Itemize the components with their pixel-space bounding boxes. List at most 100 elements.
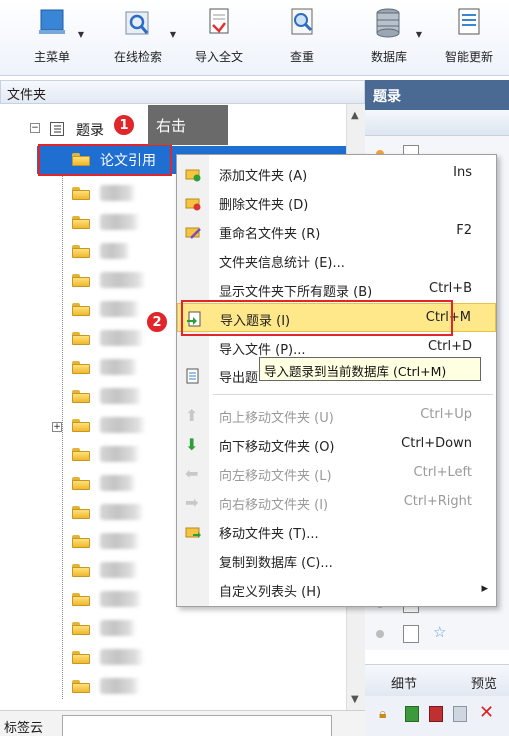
- save-icon[interactable]: [453, 706, 467, 722]
- menu-item-move-right[interactable]: ➡ 向右移动文件夹 (I) Ctrl+Right: [177, 488, 496, 517]
- arrow-down-icon: ⬇: [185, 435, 199, 454]
- obscured-folder-name[interactable]: [100, 562, 138, 578]
- obscured-folder-name[interactable]: [100, 272, 146, 288]
- menu-item-label: 向右移动文件夹 (I): [219, 498, 329, 513]
- arrow-right-icon: ➡: [185, 493, 199, 512]
- obscured-folder-name[interactable]: [100, 301, 140, 317]
- references-panel-title: 题录: [373, 89, 401, 105]
- attachment-icon[interactable]: [405, 706, 419, 722]
- obscured-folder-name[interactable]: [100, 649, 144, 665]
- move-folder-icon: [185, 524, 201, 540]
- obscured-folder-name[interactable]: [100, 388, 142, 404]
- scroll-up-icon[interactable]: ▲: [351, 110, 359, 121]
- delete-icon[interactable]: ✕: [479, 702, 494, 723]
- menu-item-label: 添加文件夹 (A): [219, 169, 308, 184]
- menu-item-move-down[interactable]: ⬇ 向下移动文件夹 (O) Ctrl+Down: [177, 430, 496, 459]
- import-fulltext-button[interactable]: 导入全文: [184, 6, 254, 70]
- book-icon[interactable]: [429, 706, 443, 722]
- collapse-icon[interactable]: −: [30, 123, 40, 133]
- menu-item-move-folder[interactable]: 移动文件夹 (T)...: [177, 517, 496, 546]
- obscured-folder-name[interactable]: [100, 620, 136, 636]
- annotation-callout-text: 右击: [156, 117, 187, 135]
- menu-item-copy-to-database[interactable]: 复制到数据库 (C)...: [177, 546, 496, 575]
- folder-icon: [72, 506, 90, 519]
- import-tooltip: 导入题录到当前数据库 (Ctrl+M): [259, 357, 481, 381]
- menu-item-delete-folder[interactable]: 删除文件夹 (D): [177, 188, 496, 217]
- arrow-up-icon: ⬆: [185, 406, 199, 425]
- folder-icon: [72, 216, 90, 229]
- obscured-folder-name[interactable]: [100, 214, 140, 230]
- tag-cloud-field[interactable]: [62, 715, 332, 736]
- scroll-down-icon[interactable]: ▼: [351, 694, 359, 705]
- database-label: 数据库: [370, 50, 407, 64]
- obscured-folder-name[interactable]: [100, 359, 138, 375]
- duplicate-check-button[interactable]: 查重: [270, 6, 334, 70]
- tab-details[interactable]: 细节: [391, 673, 417, 692]
- arrow-left-icon: ⬅: [185, 464, 199, 483]
- tree-node-parent[interactable]: − 题录: [26, 116, 166, 144]
- folder-icon: [72, 332, 90, 345]
- obscured-folder-name[interactable]: [100, 243, 130, 259]
- obscured-folder-name[interactable]: [100, 330, 144, 346]
- duplicate-check-label: 查重: [289, 50, 314, 64]
- obscured-folder-name[interactable]: [100, 591, 142, 607]
- duplicate-check-icon: [270, 6, 334, 44]
- menu-item-label: 向上移动文件夹 (U): [219, 411, 334, 426]
- folder-icon: [72, 245, 90, 258]
- folder-icon: [72, 361, 90, 374]
- menu-item-custom-columns[interactable]: 自定义列表头 (H) ▸: [177, 575, 496, 604]
- smart-update-label: 智能更新: [444, 50, 493, 64]
- menu-item-label: 重命名文件夹 (R): [219, 227, 321, 242]
- menu-item-move-up[interactable]: ⬆ 向上移动文件夹 (U) Ctrl+Up: [177, 401, 496, 430]
- menu-item-shortcut: Ctrl+Left: [413, 465, 472, 480]
- menu-item-rename-folder[interactable]: 重命名文件夹 (R) F2: [177, 217, 496, 246]
- menu-item-move-left[interactable]: ⬅ 向左移动文件夹 (L) Ctrl+Left: [177, 459, 496, 488]
- annotation-box-2: [181, 300, 453, 336]
- obscured-folder-name[interactable]: [100, 678, 140, 694]
- menu-item-folder-stats[interactable]: 文件夹信息统计 (E)...: [177, 246, 496, 275]
- menu-item-shortcut: Ins: [453, 165, 472, 180]
- folder-panel-header: 文件夹: [0, 80, 365, 104]
- obscured-folder-name[interactable]: [100, 417, 146, 433]
- folder-icon: [72, 651, 90, 664]
- references-grid-header[interactable]: [365, 110, 509, 136]
- menu-item-label: 导出题: [219, 371, 259, 386]
- obscured-folder-name[interactable]: [100, 504, 144, 520]
- list-icon: [50, 122, 64, 136]
- obscured-folder-name[interactable]: [100, 475, 136, 491]
- delete-folder-icon: [185, 195, 201, 211]
- folder-panel-title: 文件夹: [7, 88, 47, 103]
- menu-item-shortcut: F2: [456, 223, 472, 238]
- folder-icon: [72, 274, 90, 287]
- annotation-badge-2: 2: [146, 311, 168, 333]
- submenu-arrow-icon: ▸: [481, 581, 488, 596]
- database-button[interactable]: ▼ 数据库: [358, 6, 422, 70]
- export-icon: [185, 368, 201, 384]
- star-icon[interactable]: ☆: [433, 623, 446, 641]
- smart-update-button[interactable]: 智能更新: [434, 6, 504, 70]
- folder-icon: [72, 303, 90, 316]
- lock-icon[interactable]: 🔒︎: [379, 706, 386, 722]
- folder-icon: [72, 390, 90, 403]
- menu-item-add-folder[interactable]: 添加文件夹 (A) Ins: [177, 159, 496, 188]
- online-search-button[interactable]: ▼ 在线检索: [102, 6, 176, 70]
- reference-row[interactable]: ☆: [370, 620, 509, 648]
- tab-preview[interactable]: 预览: [471, 673, 497, 692]
- status-dot-icon: [376, 630, 384, 638]
- folder-icon: [72, 187, 90, 200]
- tooltip-text: 导入题录到当前数据库 (Ctrl+M): [264, 364, 447, 379]
- menu-item-shortcut: Ctrl+D: [427, 339, 472, 354]
- main-menu-button[interactable]: ▼ 主菜单: [22, 6, 84, 70]
- obscured-folder-name[interactable]: [100, 533, 140, 549]
- menu-item-label: 向左移动文件夹 (L): [219, 469, 332, 484]
- online-search-icon: ▼: [102, 6, 176, 44]
- folder-icon: [72, 535, 90, 548]
- main-toolbar: ▼ 主菜单 ▼ 在线检索 导入全文 查重 ▼ 数据库 智能更新: [0, 0, 509, 76]
- menu-item-label: 删除文件夹 (D): [219, 198, 309, 213]
- menu-item-shortcut: Ctrl+Up: [420, 407, 472, 422]
- obscured-folder-name[interactable]: [100, 185, 136, 201]
- main-menu-label: 主菜单: [33, 50, 70, 64]
- detail-toolbar: 🔒︎ ✕: [365, 696, 509, 736]
- obscured-folder-name[interactable]: [100, 446, 140, 462]
- expand-icon[interactable]: +: [52, 422, 62, 432]
